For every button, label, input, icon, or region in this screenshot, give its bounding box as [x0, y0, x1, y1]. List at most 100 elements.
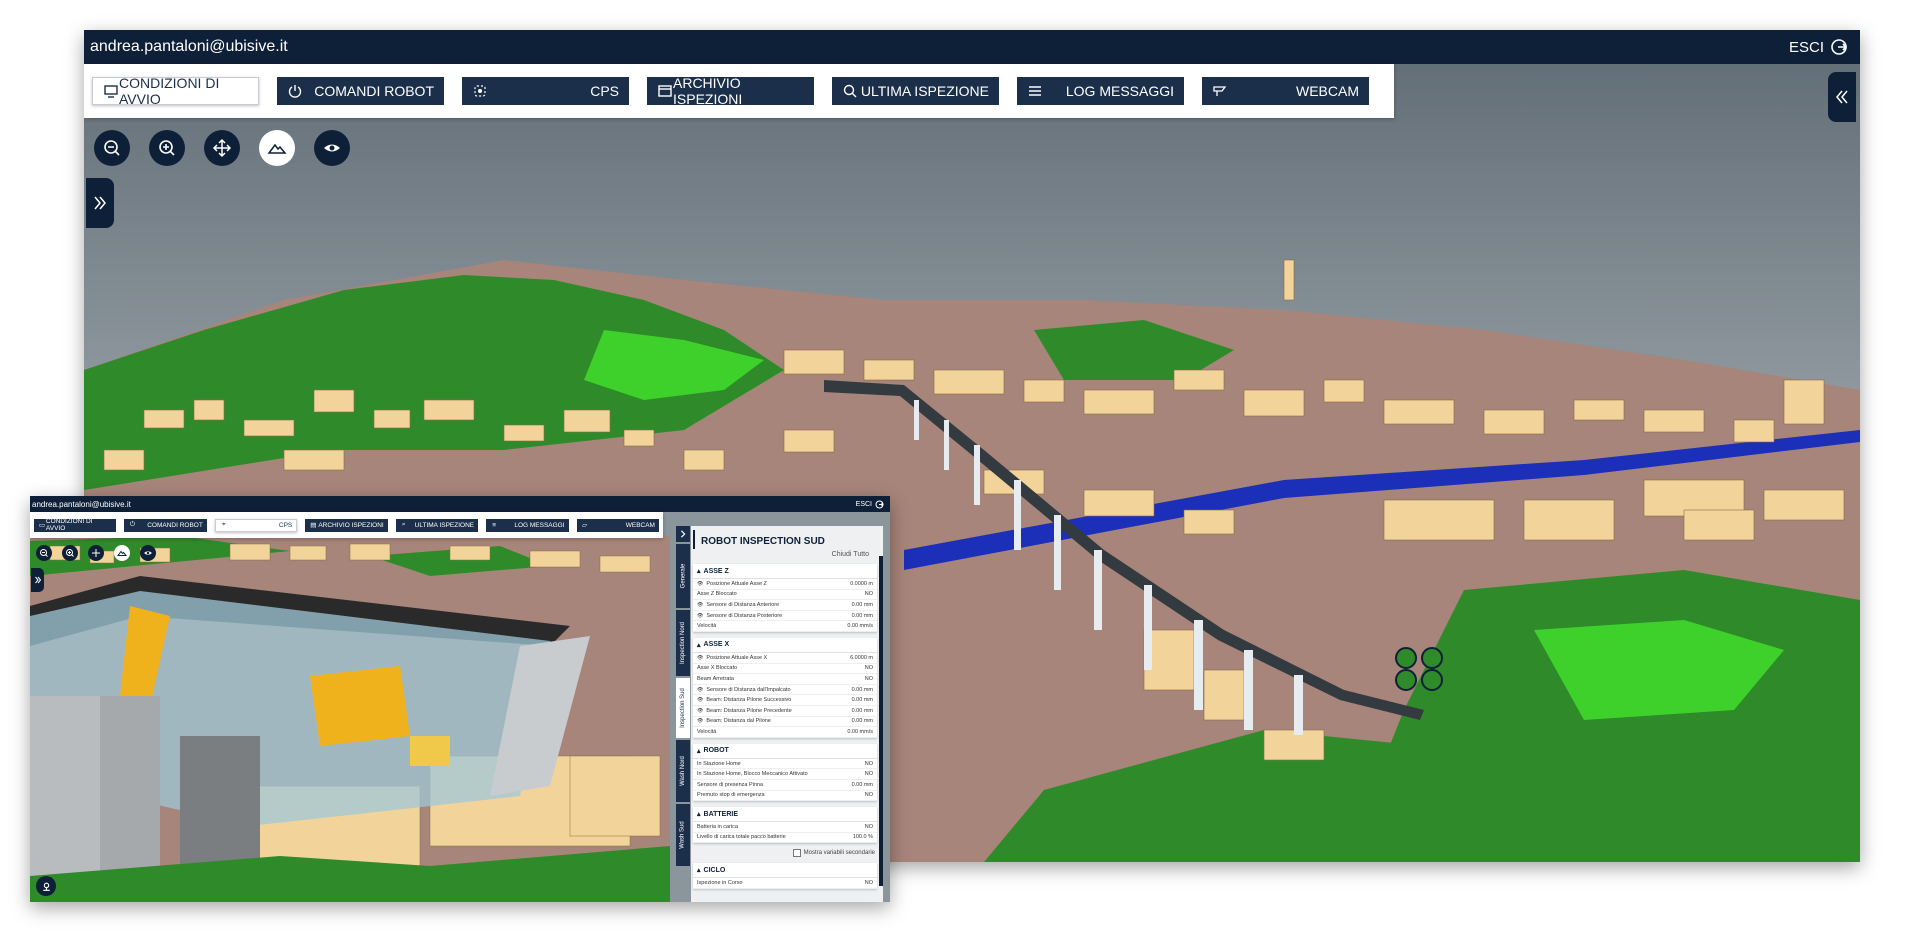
eye-icon[interactable]: 👁: [697, 718, 703, 724]
table-row: In Stazione Home NO: [693, 759, 877, 770]
zoom-in-button[interactable]: [149, 130, 185, 166]
eye-icon[interactable]: 👁: [697, 655, 703, 661]
inset-panel-collapse[interactable]: [676, 526, 690, 542]
inset-terrain-button[interactable]: [114, 545, 130, 561]
table-row: 👁 Sensore di Distanza Anteriore 0.00 mm: [693, 600, 877, 611]
table-row: Batteria in carica NO: [693, 822, 877, 833]
row-key: 👁 Sensore di Distanza Posteriore: [697, 613, 782, 619]
inset-cps-button[interactable]: ⌖ CPS: [214, 518, 298, 532]
zoom-in-icon: [159, 140, 175, 156]
tab-wash-sud-label: Wash Sud: [680, 821, 686, 849]
eye-icon[interactable]: 👁: [697, 708, 703, 714]
inset-app-window: andrea.pantaloni@ubisive.it ESCI ▭ CONDIZ…: [30, 496, 890, 902]
webcam-label: WEBCAM: [1296, 83, 1359, 99]
section-header[interactable]: ▴ ASSE X: [693, 638, 877, 653]
condizioni-di-avvio-label: CONDIZIONI DI AVVIO: [119, 75, 220, 107]
tab-generale[interactable]: Generale: [676, 544, 690, 608]
eye-icon[interactable]: 👁: [697, 613, 703, 619]
row-key: Livello di carica totale pacco batterie: [697, 834, 786, 840]
tab-inspection-sud[interactable]: Inspection Sud: [676, 678, 690, 738]
comandi-robot-label: COMANDI ROBOT: [314, 83, 434, 99]
robot-info-panel: ROBOT INSPECTION SUD Chiudi Tutto ▴ ASSE …: [691, 526, 883, 902]
search-icon: [842, 83, 858, 99]
condizioni-di-avvio-button[interactable]: CONDIZIONI DI AVVIO: [92, 75, 259, 107]
inset-webcam-button[interactable]: ▱ WEBCAM: [576, 518, 659, 532]
inset-log-messaggi-button[interactable]: ≡ LOG MESSAGGI: [486, 518, 569, 532]
comandi-robot-button[interactable]: COMANDI ROBOT: [277, 77, 444, 105]
eye-icon[interactable]: 👁: [697, 581, 703, 587]
eye-icon[interactable]: 👁: [697, 697, 703, 703]
inset-comandi-robot-button[interactable]: ⏻ COMANDI ROBOT: [124, 518, 207, 532]
inset-log-label: LOG MESSAGGI: [514, 521, 565, 529]
row-label: Beam Arretrata: [697, 675, 734, 682]
zoom-in-icon: [66, 549, 74, 557]
table-row: 👁 Posizione Attuale Asse X 6.0000 m: [693, 653, 877, 664]
map-tools: [94, 130, 350, 166]
chevron-up-icon: ▴: [697, 747, 701, 755]
section-header[interactable]: ▴ CICLO: [693, 863, 877, 879]
right-panel-toggle[interactable]: [1828, 72, 1856, 122]
inset-ultima-ispezione-button[interactable]: ⌕ ULTIMA ISPEZIONE: [395, 518, 479, 532]
inset-zoom-in-button[interactable]: [62, 545, 78, 561]
row-label: Sensore di Distanza Anteriore: [706, 601, 780, 608]
inset-map-tools: [36, 545, 156, 561]
archivio-ispezioni-button[interactable]: ARCHIVIO ISPEZIONI: [647, 75, 814, 107]
log-messaggi-button[interactable]: LOG MESSAGGI: [1017, 77, 1184, 105]
panel-scrollbar[interactable]: [879, 556, 883, 886]
ultima-ispezione-button[interactable]: ULTIMA ISPEZIONE: [832, 77, 999, 105]
tab-wash-sud[interactable]: Wash Sud: [676, 804, 690, 866]
move-button[interactable]: [204, 130, 240, 166]
section-header[interactable]: ▴ BATTERIE: [693, 807, 877, 823]
row-key: Beam Arretrata: [697, 676, 734, 682]
section-header[interactable]: ▴ ROBOT: [693, 744, 877, 759]
row-label: Sensore di presenza Pinna: [697, 781, 764, 788]
chevron-right-icon: [680, 530, 686, 538]
close-all-link[interactable]: Chiudi Tutto: [691, 549, 883, 564]
section-header[interactable]: ▴ ASSE Z: [693, 564, 877, 579]
cps-button[interactable]: CPS: [462, 77, 629, 105]
zoom-out-button[interactable]: [94, 130, 130, 166]
tab-wash-nord[interactable]: Wash Nord: [676, 740, 690, 802]
inset-move-button[interactable]: [88, 545, 104, 561]
table-row: Asse X Bloccato NO: [693, 664, 877, 675]
secondary-vars-toggle[interactable]: Mostra variabili secondarie: [691, 849, 875, 858]
terrain-button[interactable]: [259, 130, 295, 166]
row-value: NO: [864, 823, 873, 830]
webcam-button[interactable]: WEBCAM: [1202, 77, 1369, 105]
inset-logout-button[interactable]: ESCI: [856, 500, 884, 509]
tab-wash-nord-label: Wash Nord: [680, 756, 687, 786]
inset-cps-label: CPS: [278, 521, 293, 529]
inset-left-panel-toggle[interactable]: [31, 568, 44, 592]
eye-icon[interactable]: 👁: [697, 602, 703, 608]
inset-eye-button[interactable]: [140, 545, 156, 561]
row-value: 0.00 mm: [851, 601, 873, 608]
tab-inspection-sud-label: Inspection Sud: [680, 688, 687, 728]
inset-location-button[interactable]: [36, 876, 56, 896]
eye-icon[interactable]: 👁: [697, 687, 703, 693]
row-label: Sensore di Distanza Posteriore: [706, 612, 783, 619]
table-row: Ispezione in Corso NO: [693, 878, 877, 889]
row-key: 👁 Posizione Attuale Asse X: [697, 655, 767, 661]
secondary-vars-checkbox[interactable]: [792, 849, 801, 858]
logout-button[interactable]: ESCI: [1789, 38, 1848, 56]
table-row: In Stazione Home, Blocco Meccanico Attiv…: [693, 769, 877, 780]
row-value: 0.00 mm: [851, 612, 873, 619]
panel-title: ROBOT INSPECTION SUD: [693, 530, 883, 549]
eye-icon: [324, 144, 340, 152]
inset-archivio-ispezioni-button[interactable]: ▤ ARCHIVIO ISPEZIONI: [305, 518, 388, 532]
row-value: 0.00 mm/s: [847, 728, 873, 735]
panel-section: ▴ ROBOT In Stazione Home NO In Stazione Home…: [693, 743, 877, 802]
ultima-ispezione-label: ULTIMA ISPEZIONE: [860, 83, 989, 99]
table-row: Asse Z Bloccato NO: [693, 590, 877, 601]
inset-top-bar: andrea.pantaloni@ubisive.it ESCI: [30, 496, 890, 512]
tab-inspection-nord[interactable]: Inspection Nord: [676, 610, 690, 676]
inset-condizioni-di-avvio-button[interactable]: ▭ CONDIZIONI DI AVVIO: [34, 518, 117, 532]
inset-ultima-label: ULTIMA ISPEZIONE: [414, 521, 475, 529]
row-value: NO: [864, 675, 873, 682]
inset-zoom-out-button[interactable]: [36, 545, 52, 561]
row-key: 👁 Posizione Attuale Asse Z: [697, 581, 767, 587]
eye-button[interactable]: [314, 130, 350, 166]
row-key: Asse X Bloccato: [697, 665, 737, 671]
left-panel-toggle[interactable]: [86, 178, 114, 228]
monitor-icon: ▭: [38, 522, 46, 529]
